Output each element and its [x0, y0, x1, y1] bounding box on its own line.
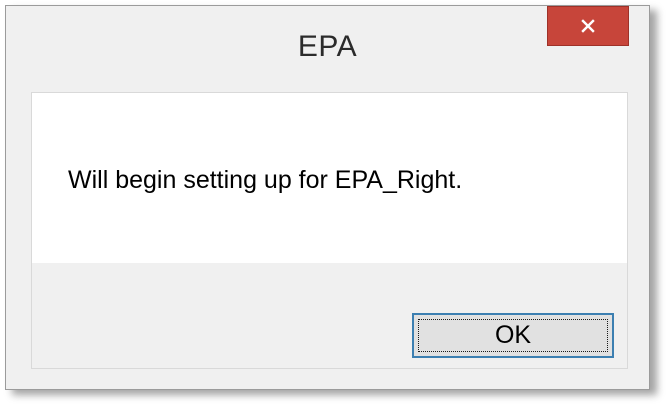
close-button[interactable] [547, 6, 629, 46]
ok-button-label: OK [494, 321, 532, 349]
ok-button[interactable]: OK [412, 313, 614, 358]
dialog-title-bar[interactable]: EPA [6, 6, 649, 92]
dialog-content: Will begin setting up for EPA_Right. OK [31, 92, 628, 369]
epa-message-dialog: EPA Will begin setting up for EPA_Right.… [5, 5, 650, 390]
close-icon [579, 17, 597, 35]
dialog-button-area: OK [32, 263, 627, 368]
dialog-message: Will begin setting up for EPA_Right. [68, 166, 463, 194]
message-area: Will begin setting up for EPA_Right. [32, 93, 627, 263]
screenshot-page: EPA Will begin setting up for EPA_Right.… [0, 0, 666, 404]
